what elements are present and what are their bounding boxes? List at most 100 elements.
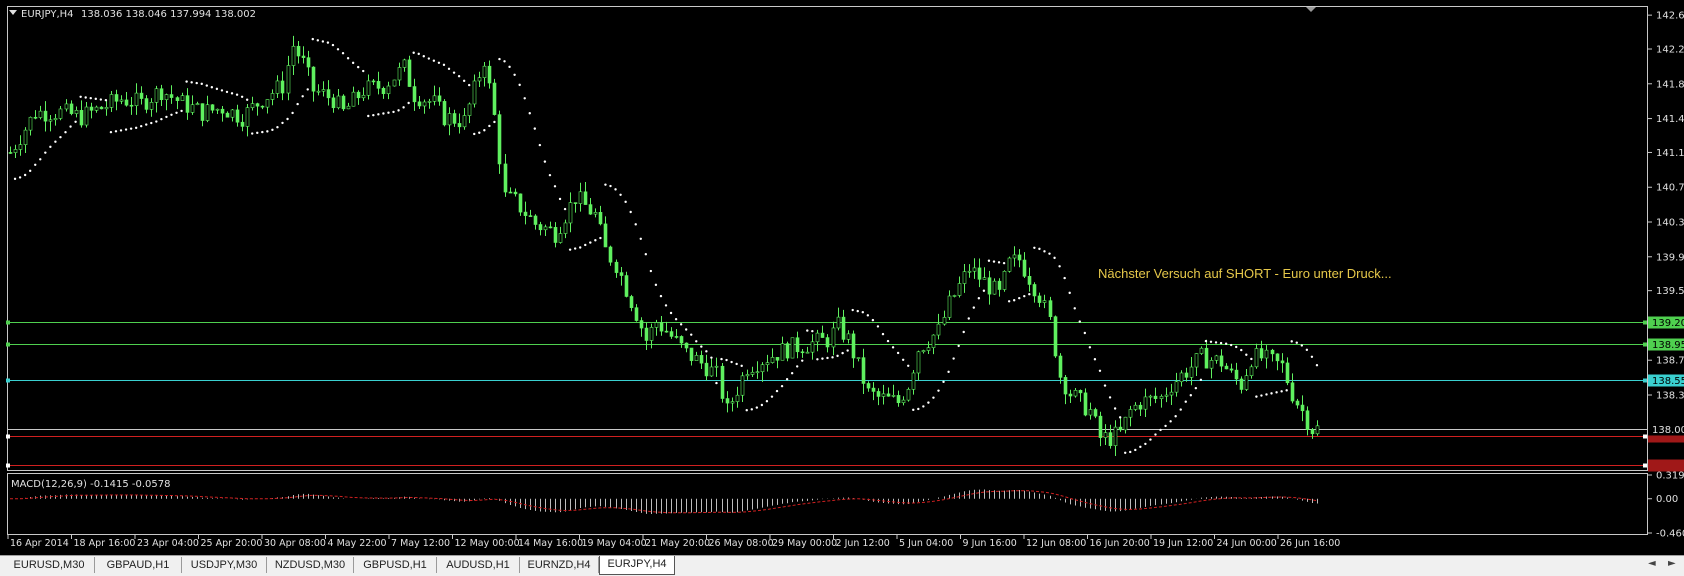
candle-body xyxy=(235,109,240,123)
candle-body xyxy=(659,322,664,332)
candle-body xyxy=(997,280,1002,290)
price-tick-label: 141.100 xyxy=(1656,148,1684,159)
sar-dot xyxy=(901,358,905,361)
sar-dot xyxy=(59,135,62,139)
sar-dot xyxy=(296,102,299,106)
level-anchor-handle[interactable] xyxy=(6,320,10,325)
time-tick-label: 29 May 00:00 xyxy=(772,538,837,549)
sar-dot xyxy=(170,113,173,116)
sar-dot xyxy=(205,84,208,87)
sar-dot xyxy=(34,163,37,166)
candle-body xyxy=(1169,391,1174,396)
sar-dot xyxy=(452,71,456,74)
tab-audusd-h1[interactable]: AUDUSD,H1 xyxy=(437,557,520,573)
tab-gbpusd-h1[interactable]: GBPUSD,H1 xyxy=(354,557,437,573)
tab-eurnzd-h4[interactable]: EURNZD,H4 xyxy=(520,557,599,573)
sar-dot xyxy=(412,51,415,54)
sar-dot xyxy=(291,111,294,115)
level-anchor-handle[interactable] xyxy=(6,463,10,468)
candle-body xyxy=(603,223,608,248)
candle-body xyxy=(477,77,482,82)
candle-body xyxy=(1103,432,1108,438)
candle-body xyxy=(265,99,270,108)
sar-dot xyxy=(1270,392,1273,395)
level-anchor-handle[interactable] xyxy=(1643,463,1647,468)
sar-dot xyxy=(967,317,970,320)
candle-body xyxy=(306,57,311,68)
sar-dot xyxy=(977,297,981,300)
tab-gbpaud-h1[interactable]: GBPAUD,H1 xyxy=(95,557,182,573)
sar-dot xyxy=(89,96,92,100)
time-tick-label: 24 Jun 00:00 xyxy=(1217,538,1277,549)
candle-body xyxy=(563,222,568,234)
time-tick-label: 9 Jun 16:00 xyxy=(963,538,1017,549)
sar-dot xyxy=(639,237,642,241)
sar-dot xyxy=(427,57,431,60)
candle-body xyxy=(654,322,659,328)
level-anchor-handle[interactable] xyxy=(1643,320,1647,325)
candle-body xyxy=(1264,349,1269,359)
candle-body xyxy=(1249,366,1254,376)
candle-body xyxy=(311,66,316,92)
candle-body xyxy=(280,80,285,94)
sar-dot xyxy=(770,395,774,398)
sar-dot xyxy=(326,41,330,44)
sar-dot xyxy=(796,365,799,368)
tab-scroll-left-icon[interactable]: ◄ xyxy=(1648,558,1656,569)
candle-body xyxy=(836,316,841,329)
candle-body xyxy=(533,215,538,225)
level-anchor-handle[interactable] xyxy=(1643,378,1647,383)
tab-eurjpy-h4[interactable]: EURJPY,H4 xyxy=(599,556,675,575)
chart-canvas[interactable]: 139.200 138.950 138.550 138.002 0.319 0.00 -0… xyxy=(0,0,1684,555)
candle-body xyxy=(1194,353,1199,368)
sar-dot xyxy=(94,97,97,101)
sar-dot xyxy=(457,75,461,78)
tab-eurusd-m30[interactable]: EURUSD,M30 xyxy=(4,557,95,573)
sar-dot xyxy=(750,408,753,411)
level-anchor-handle[interactable] xyxy=(1643,434,1647,439)
sar-dot xyxy=(124,128,128,131)
candle-body xyxy=(548,226,553,229)
level-anchor-handle[interactable] xyxy=(6,342,10,347)
candle-body xyxy=(225,112,230,118)
tab-scroll-right-icon[interactable]: ► xyxy=(1668,558,1676,569)
sar-dot xyxy=(811,329,814,333)
sar-dot xyxy=(624,200,627,204)
candle-body xyxy=(1254,348,1259,368)
tab-usdjpy-m30[interactable]: USDJPY,M30 xyxy=(182,557,267,573)
sar-dot xyxy=(462,79,466,83)
sar-dot xyxy=(720,357,723,361)
candle-body xyxy=(43,110,48,122)
sar-dot xyxy=(740,364,743,368)
level-anchor-handle[interactable] xyxy=(1643,342,1647,347)
candle-body xyxy=(195,103,200,106)
level-anchor-handle[interactable] xyxy=(6,434,10,439)
sar-dot xyxy=(392,110,395,114)
sar-dot xyxy=(331,43,335,47)
sar-dot xyxy=(725,358,728,362)
sar-dot xyxy=(1018,296,1021,300)
sar-dot xyxy=(488,124,491,128)
candle-body xyxy=(139,92,144,99)
sar-dot xyxy=(871,318,875,322)
candle-body xyxy=(291,45,296,66)
sar-dot xyxy=(155,120,158,123)
candle-body xyxy=(1002,270,1007,290)
sar-dot xyxy=(473,132,476,136)
candle-body xyxy=(215,108,220,111)
candle-body xyxy=(1032,284,1037,297)
candle-body xyxy=(765,362,770,366)
tab-nzdusd-m30[interactable]: NZDUSD,M30 xyxy=(267,557,354,573)
sar-dot xyxy=(382,112,385,115)
sar-dot xyxy=(705,350,708,353)
level-anchor-handle[interactable] xyxy=(6,378,10,383)
candle-body xyxy=(1280,360,1285,364)
candle-body xyxy=(730,401,735,404)
sar-dot xyxy=(1063,276,1066,280)
candle-body xyxy=(200,103,205,121)
candle-body xyxy=(114,94,119,102)
candle-body xyxy=(260,105,265,108)
candle-body xyxy=(402,59,407,68)
sar-dot xyxy=(715,381,718,385)
macd-title: MACD(12,26,9) -0.1415 -0.0578 xyxy=(11,479,171,490)
